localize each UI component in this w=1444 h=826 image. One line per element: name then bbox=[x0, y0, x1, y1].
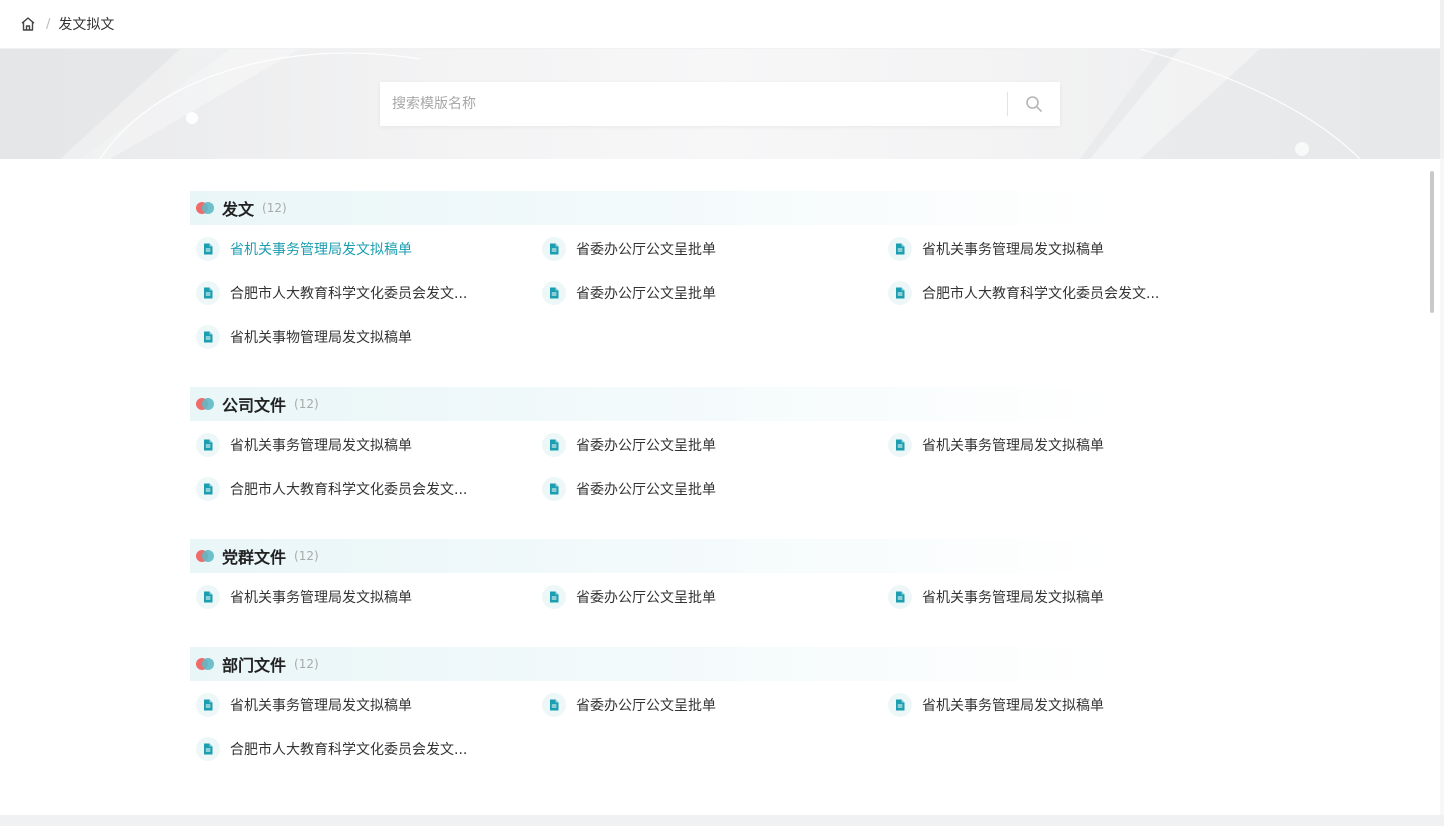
section-count: (12) bbox=[262, 201, 287, 215]
template-item-label: 省机关事务管理局发文拟稿单 bbox=[230, 438, 412, 454]
document-icon bbox=[542, 477, 566, 501]
section-header: 发文 (12) bbox=[190, 191, 1110, 225]
section-count: (12) bbox=[294, 549, 319, 563]
breadcrumb: / 发文拟文 bbox=[0, 0, 1440, 48]
template-item[interactable]: 合肥市人大教育科学文化委员会发文... bbox=[196, 477, 467, 501]
document-icon bbox=[542, 433, 566, 457]
template-item-label: 省委办公厅公文呈批单 bbox=[576, 286, 716, 302]
section-title: 公司文件 bbox=[222, 396, 287, 415]
document-icon bbox=[196, 585, 220, 609]
template-item-label: 合肥市人大教育科学文化委员会发文... bbox=[922, 286, 1160, 302]
document-icon bbox=[542, 693, 566, 717]
category-dots-icon bbox=[196, 658, 216, 670]
document-icon bbox=[196, 325, 220, 349]
category-dots-icon bbox=[196, 202, 216, 214]
document-icon bbox=[888, 237, 912, 261]
section-count: (12) bbox=[294, 657, 319, 671]
template-item[interactable]: 合肥市人大教育科学文化委员会发文... bbox=[196, 281, 467, 305]
template-item-label: 省机关事务管理局发文拟稿单 bbox=[230, 242, 412, 258]
template-section: 部门文件 (12) 省机关事务管理局发文拟稿单 省委办公厅公文呈批单 省机关事务管理局发… bbox=[190, 647, 1110, 761]
template-section: 党群文件 (12) 省机关事务管理局发文拟稿单 省委办公厅公文呈批单 省机关事务管理局发… bbox=[190, 539, 1110, 609]
template-item-label: 省委办公厅公文呈批单 bbox=[576, 438, 716, 454]
document-icon bbox=[888, 281, 912, 305]
search-box bbox=[380, 82, 1060, 126]
template-item[interactable]: 省机关事务管理局发文拟稿单 bbox=[196, 433, 412, 457]
template-item[interactable]: 合肥市人大教育科学文化委员会发文... bbox=[888, 281, 1159, 305]
template-item[interactable]: 省机关事务管理局发文拟稿单 bbox=[196, 585, 412, 609]
template-item[interactable]: 省委办公厅公文呈批单 bbox=[542, 237, 716, 261]
template-item-label: 合肥市人大教育科学文化委员会发文... bbox=[230, 742, 468, 758]
template-item-label: 省机关事务管理局发文拟稿单 bbox=[922, 590, 1104, 606]
template-section: 公司文件 (12) 省机关事务管理局发文拟稿单 省委办公厅公文呈批单 省机关事务管理局发… bbox=[190, 387, 1110, 501]
section-count: (12) bbox=[294, 397, 319, 411]
template-item[interactable]: 省机关事务管理局发文拟稿单 bbox=[196, 693, 412, 717]
template-item[interactable]: 省机关事务管理局发文拟稿单 bbox=[196, 237, 412, 261]
document-icon bbox=[196, 737, 220, 761]
document-icon bbox=[542, 237, 566, 261]
template-item-label: 省机关事务管理局发文拟稿单 bbox=[230, 698, 412, 714]
search-icon bbox=[1026, 96, 1042, 112]
search-button[interactable] bbox=[1008, 82, 1060, 126]
search-banner bbox=[0, 49, 1440, 159]
section-header: 公司文件 (12) bbox=[190, 387, 1110, 421]
document-icon bbox=[888, 693, 912, 717]
template-item[interactable]: 省委办公厅公文呈批单 bbox=[542, 693, 716, 717]
template-item-label: 省机关事物管理局发文拟稿单 bbox=[230, 330, 412, 346]
template-item[interactable]: 省机关事务管理局发文拟稿单 bbox=[888, 433, 1104, 457]
template-item[interactable]: 省机关事务管理局发文拟稿单 bbox=[888, 585, 1104, 609]
template-item-label: 省委办公厅公文呈批单 bbox=[576, 590, 716, 606]
template-item[interactable]: 省机关事务管理局发文拟稿单 bbox=[888, 693, 1104, 717]
document-icon bbox=[196, 477, 220, 501]
bottom-strip bbox=[0, 815, 1444, 826]
template-item-label: 省委办公厅公文呈批单 bbox=[576, 242, 716, 258]
document-icon bbox=[196, 693, 220, 717]
document-icon bbox=[196, 237, 220, 261]
document-icon bbox=[888, 585, 912, 609]
document-icon bbox=[196, 281, 220, 305]
section-title: 发文 bbox=[222, 200, 255, 219]
template-item-label: 合肥市人大教育科学文化委员会发文... bbox=[230, 286, 468, 302]
breadcrumb-separator: / bbox=[46, 16, 51, 32]
template-item-label: 省机关事务管理局发文拟稿单 bbox=[922, 438, 1104, 454]
breadcrumb-current: 发文拟文 bbox=[58, 17, 115, 33]
template-item-label: 省委办公厅公文呈批单 bbox=[576, 482, 716, 498]
document-icon bbox=[542, 585, 566, 609]
template-item[interactable]: 省委办公厅公文呈批单 bbox=[542, 433, 716, 457]
template-item-label: 合肥市人大教育科学文化委员会发文... bbox=[230, 482, 468, 498]
document-icon bbox=[196, 433, 220, 457]
template-item-label: 省委办公厅公文呈批单 bbox=[576, 698, 716, 714]
scrollbar-thumb[interactable] bbox=[1430, 171, 1434, 313]
section-title: 部门文件 bbox=[222, 656, 287, 675]
template-item[interactable]: 省机关事物管理局发文拟稿单 bbox=[196, 325, 412, 349]
template-item[interactable]: 合肥市人大教育科学文化委员会发文... bbox=[196, 737, 467, 761]
document-icon bbox=[542, 281, 566, 305]
template-item[interactable]: 省委办公厅公文呈批单 bbox=[542, 281, 716, 305]
scrollbar-track bbox=[1440, 159, 1444, 815]
home-icon[interactable] bbox=[20, 16, 36, 32]
template-item-label: 省机关事务管理局发文拟稿单 bbox=[922, 698, 1104, 714]
template-item-label: 省机关事务管理局发文拟稿单 bbox=[230, 590, 412, 606]
document-icon bbox=[888, 433, 912, 457]
section-header: 党群文件 (12) bbox=[190, 539, 1110, 573]
search-input[interactable] bbox=[380, 82, 1007, 126]
template-item-label: 省机关事务管理局发文拟稿单 bbox=[922, 242, 1104, 258]
category-dots-icon bbox=[196, 550, 216, 562]
section-header: 部门文件 (12) bbox=[190, 647, 1110, 681]
template-section: 发文 (12) 省机关事务管理局发文拟稿单 省委办公厅公文呈批单 省机关事务管理局发文拟… bbox=[190, 191, 1159, 349]
section-title: 党群文件 bbox=[222, 548, 287, 567]
template-item[interactable]: 省委办公厅公文呈批单 bbox=[542, 585, 716, 609]
category-dots-icon bbox=[196, 398, 216, 410]
template-item[interactable]: 省机关事务管理局发文拟稿单 bbox=[888, 237, 1104, 261]
template-item[interactable]: 省委办公厅公文呈批单 bbox=[542, 477, 716, 501]
